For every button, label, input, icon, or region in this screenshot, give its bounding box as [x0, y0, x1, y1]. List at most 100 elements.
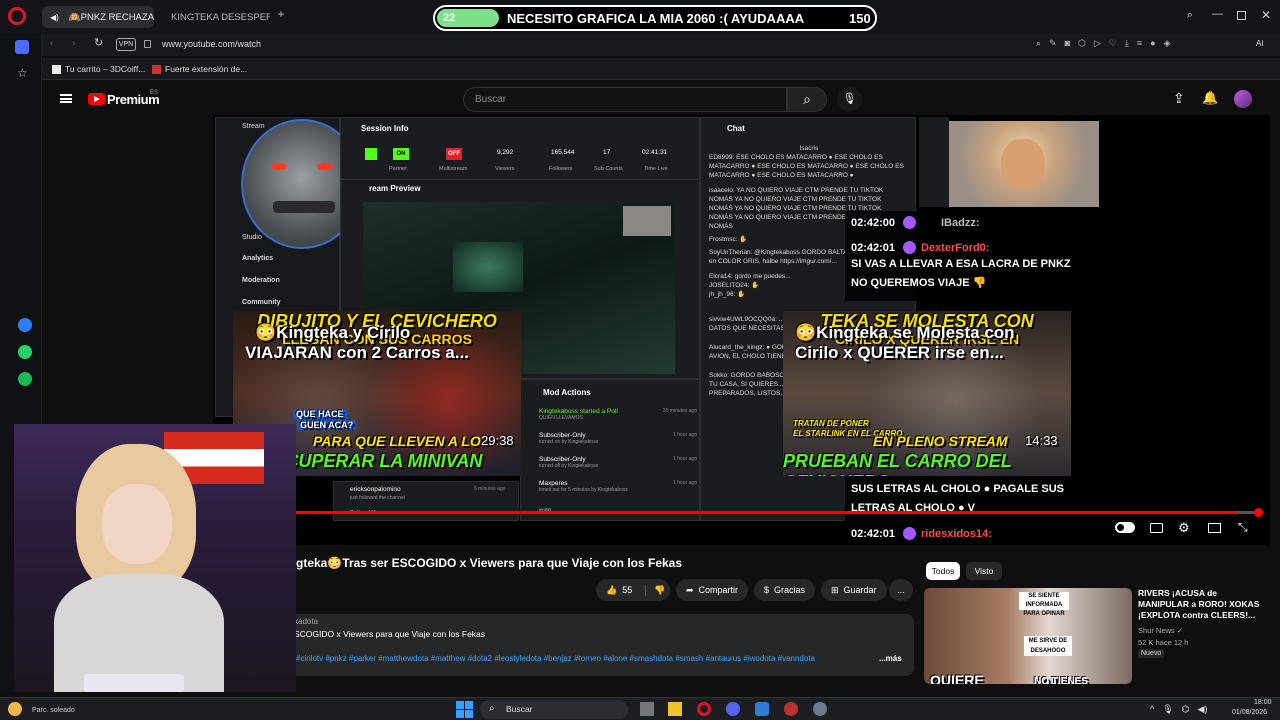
shield-icon[interactable]: ⬡ — [1078, 38, 1086, 52]
voice-search-button[interactable]: 🎙 — [837, 87, 862, 112]
streamer-facecam — [14, 424, 296, 692]
video-description-box[interactable]: kadota SCOGIDO x Viewers para que Viaje … — [290, 614, 914, 676]
chip-visto[interactable]: Visto — [966, 562, 1002, 580]
discord-icon[interactable] — [726, 702, 740, 716]
stat-label: Time Live — [644, 166, 668, 172]
cube-icon[interactable]: ◈ — [1164, 38, 1171, 52]
thanks-button[interactable]: $ Gracias — [754, 579, 816, 601]
settings-app-icon[interactable] — [813, 702, 827, 716]
tab-active[interactable]: ◀) 🙉PNKZ RECHAZA G — [42, 6, 154, 28]
thumb-duration: 29:38 — [481, 433, 514, 448]
zoom-icon[interactable]: ⌕ — [1036, 38, 1041, 52]
recommended-channel[interactable]: Shur News ✓ — [1138, 626, 1183, 635]
video-progress-played — [213, 511, 1239, 514]
fullscreen-icon[interactable]: ⤡ — [1238, 521, 1248, 533]
file-explorer-icon[interactable] — [668, 702, 682, 716]
channel-name[interactable]: kadota — [294, 617, 318, 626]
thumb-caption: QUE HACE — [293, 409, 347, 419]
autoplay-toggle[interactable] — [1115, 522, 1135, 533]
chat-time: 02:42:01 — [851, 528, 896, 540]
like-count[interactable]: 55 — [622, 585, 632, 595]
subtitles-icon[interactable] — [1150, 523, 1163, 533]
edit-icon[interactable]: ✎ — [1049, 38, 1057, 52]
download-icon[interactable]: ⤓ — [1125, 38, 1129, 52]
video-progress-track[interactable] — [213, 511, 1259, 514]
thumbs-down-icon[interactable]: 👎 — [645, 584, 665, 596]
clock-date[interactable]: 01/08/2026 — [1232, 709, 1267, 716]
network-icon[interactable]: ⌬ — [1182, 704, 1190, 716]
profile-icon[interactable]: ● — [1150, 38, 1155, 52]
save-button[interactable]: ⊞ Guardar — [821, 579, 887, 601]
heart-icon[interactable]: ♡ — [1109, 38, 1117, 52]
whatsapp-icon[interactable] — [18, 345, 32, 359]
share-button[interactable]: ➦ Compartir — [676, 579, 749, 601]
app-icon[interactable] — [784, 702, 798, 716]
thumb-caption: GUEN ACA? — [297, 420, 357, 430]
webcam-face — [1001, 139, 1045, 189]
opera-taskbar-icon[interactable] — [697, 702, 711, 716]
page-icon — [152, 64, 161, 74]
minimize-button[interactable]: — — [1212, 9, 1223, 20]
task-view-icon[interactable] — [640, 702, 654, 716]
opera-logo-icon[interactable] — [8, 7, 26, 25]
menu-icon[interactable]: ≡ — [1137, 38, 1142, 52]
search-tabs-icon[interactable]: ⌕ — [1187, 10, 1193, 21]
new-badge: Nuevo — [1138, 649, 1165, 658]
video-scrubber-handle[interactable] — [1254, 508, 1263, 517]
endscreen-video-2[interactable]: TEKA SE MOLESTA CON CIRILO X QUERER IRSE… — [783, 311, 1071, 476]
weather-text[interactable]: Parc. soleado — [32, 707, 75, 714]
home-icon[interactable] — [15, 40, 29, 54]
bookmark-cart[interactable]: Tu carrito – 3DCoiff... — [52, 64, 145, 74]
tab-kingteka[interactable]: KINGTEKA DESESPERADO — [158, 6, 270, 28]
viewers-value: 9,292 — [497, 149, 514, 156]
search-button[interactable]: ⌕ — [787, 87, 827, 112]
thumbs-up-icon[interactable]: 👍 — [606, 585, 617, 596]
thumb-text: NO TIENES — [1034, 676, 1088, 684]
taskbar-search[interactable]: ⌕ Buscar — [480, 700, 628, 719]
chip-todos[interactable]: Todos — [926, 562, 960, 580]
avatar[interactable] — [1234, 90, 1252, 108]
reload-icon[interactable]: ↻ — [94, 38, 103, 49]
chevron-up-icon[interactable]: ^ — [1150, 704, 1154, 716]
weather-sun-icon[interactable] — [8, 702, 22, 716]
maximize-button[interactable] — [1237, 11, 1246, 20]
video-player[interactable]: Stream Studio Analytics Moderation Commu… — [213, 115, 1270, 545]
notifications-bell-icon[interactable]: 🔔 — [1202, 91, 1218, 104]
star-icon[interactable]: ☆ — [17, 67, 28, 79]
multistream-off-badge: OFF — [446, 148, 462, 160]
url-field[interactable]: www.youtube.com/watch — [162, 39, 261, 49]
volume-icon[interactable]: ◀) — [1198, 704, 1208, 716]
recommended-thumbnail[interactable]: SE SIENTE INFORMADA PARA OPINAR ME SIRVE… — [924, 588, 1132, 684]
back-icon[interactable]: ‹ — [50, 39, 53, 49]
vpn-badge[interactable]: VPN — [116, 38, 136, 51]
upload-icon[interactable]: ⇪ — [1173, 91, 1185, 105]
streamer-face — [102, 484, 172, 564]
stat-label: Partner — [389, 166, 408, 172]
show-more-link[interactable]: ...más — [879, 654, 902, 663]
address-bar-row: ‹ › ↻ VPN www.youtube.com/watch ⌕ ✎ ◙ ⬡ … — [0, 34, 1280, 56]
recommended-title[interactable]: RIVERS ¡ACUSA de MANIPULAR a RORO! XOKAS… — [1138, 588, 1262, 621]
new-tab-button[interactable]: + — [275, 8, 287, 20]
microphone-icon[interactable]: 🎙 — [1162, 704, 1173, 716]
dollar-icon: $ — [764, 585, 770, 595]
windows-start-icon[interactable] — [456, 701, 473, 718]
app-icon[interactable] — [755, 702, 769, 716]
clock-time[interactable]: 18:00 — [1254, 699, 1272, 706]
settings-gear-icon[interactable]: ⚙ — [1178, 521, 1190, 534]
close-button[interactable]: ✕ — [1261, 9, 1271, 21]
thumb-caption: TRATAN DE PONER — [793, 419, 869, 428]
hamburger-menu-icon[interactable] — [60, 94, 72, 103]
more-actions-button[interactable]: ... — [889, 579, 913, 601]
theater-mode-icon[interactable] — [1208, 523, 1221, 533]
forward-icon[interactable]: › — [72, 39, 75, 49]
spotify-icon[interactable] — [18, 372, 32, 386]
youtube-logo-icon[interactable] — [88, 93, 105, 105]
search-input[interactable]: Buscar — [463, 87, 787, 112]
play-icon[interactable]: ▷ — [1094, 38, 1101, 52]
messenger-icon[interactable] — [18, 318, 32, 332]
bookmark-extension[interactable]: Fuerte extensión de... — [152, 64, 247, 74]
hashtags[interactable]: #cirilotv #pnkz #parker #matthewdota #ma… — [296, 654, 878, 663]
goal-text: NECESITO GRAFICA LA MIA 2060 :( AYUDAAAA — [507, 11, 805, 26]
ai-button[interactable]: AI — [1256, 39, 1264, 48]
camera-icon[interactable]: ◙ — [1065, 38, 1070, 52]
